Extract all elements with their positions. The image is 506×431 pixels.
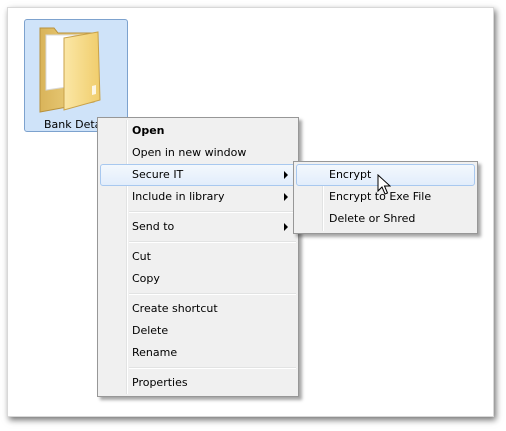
- submenu-arrow-icon: [284, 193, 288, 201]
- menu-item-label: Delete or Shred: [329, 212, 416, 225]
- menu-item-label: Encrypt: [329, 168, 372, 181]
- folder-icon: [34, 24, 120, 119]
- menu-item-copy[interactable]: Copy: [100, 268, 296, 290]
- folder-item-bank-details[interactable]: Bank Deta: [24, 19, 128, 132]
- menu-item-include-in-library[interactable]: Include in library: [100, 186, 296, 208]
- menu-item-label: Secure IT: [132, 168, 184, 181]
- menu-item-cut[interactable]: Cut: [100, 246, 296, 268]
- submenu-arrow-icon: [284, 171, 288, 179]
- menu-separator: [129, 293, 296, 295]
- menu-item-open-new-window[interactable]: Open in new window: [100, 142, 296, 164]
- menu-item-label: Create shortcut: [132, 302, 218, 315]
- menu-item-send-to[interactable]: Send to: [100, 216, 296, 238]
- menu-item-label: Open in new window: [132, 146, 247, 159]
- menu-item-open[interactable]: Open: [100, 120, 296, 142]
- submenu-arrow-icon: [284, 223, 288, 231]
- menu-item-label: Properties: [132, 376, 188, 389]
- menu-item-delete[interactable]: Delete: [100, 320, 296, 342]
- menu-item-rename[interactable]: Rename: [100, 342, 296, 364]
- menu-item-properties[interactable]: Properties: [100, 372, 296, 394]
- menu-separator: [129, 211, 296, 213]
- menu-item-label: Delete: [132, 324, 169, 337]
- submenu-item-delete-or-shred[interactable]: Delete or Shred: [296, 208, 475, 230]
- menu-item-secure-it[interactable]: Secure IT: [100, 164, 296, 186]
- menu-item-label: Send to: [132, 220, 175, 233]
- menu-separator: [129, 367, 296, 369]
- menu-item-label: Cut: [132, 250, 151, 263]
- menu-item-label: Open: [132, 124, 165, 137]
- menu-item-create-shortcut[interactable]: Create shortcut: [100, 298, 296, 320]
- mouse-pointer-icon: [377, 173, 392, 199]
- menu-separator: [129, 241, 296, 243]
- menu-item-label: Copy: [132, 272, 160, 285]
- context-menu: Open Open in new window Secure IT Includ…: [97, 117, 299, 397]
- menu-item-label: Rename: [132, 346, 178, 359]
- menu-item-label: Include in library: [132, 190, 225, 203]
